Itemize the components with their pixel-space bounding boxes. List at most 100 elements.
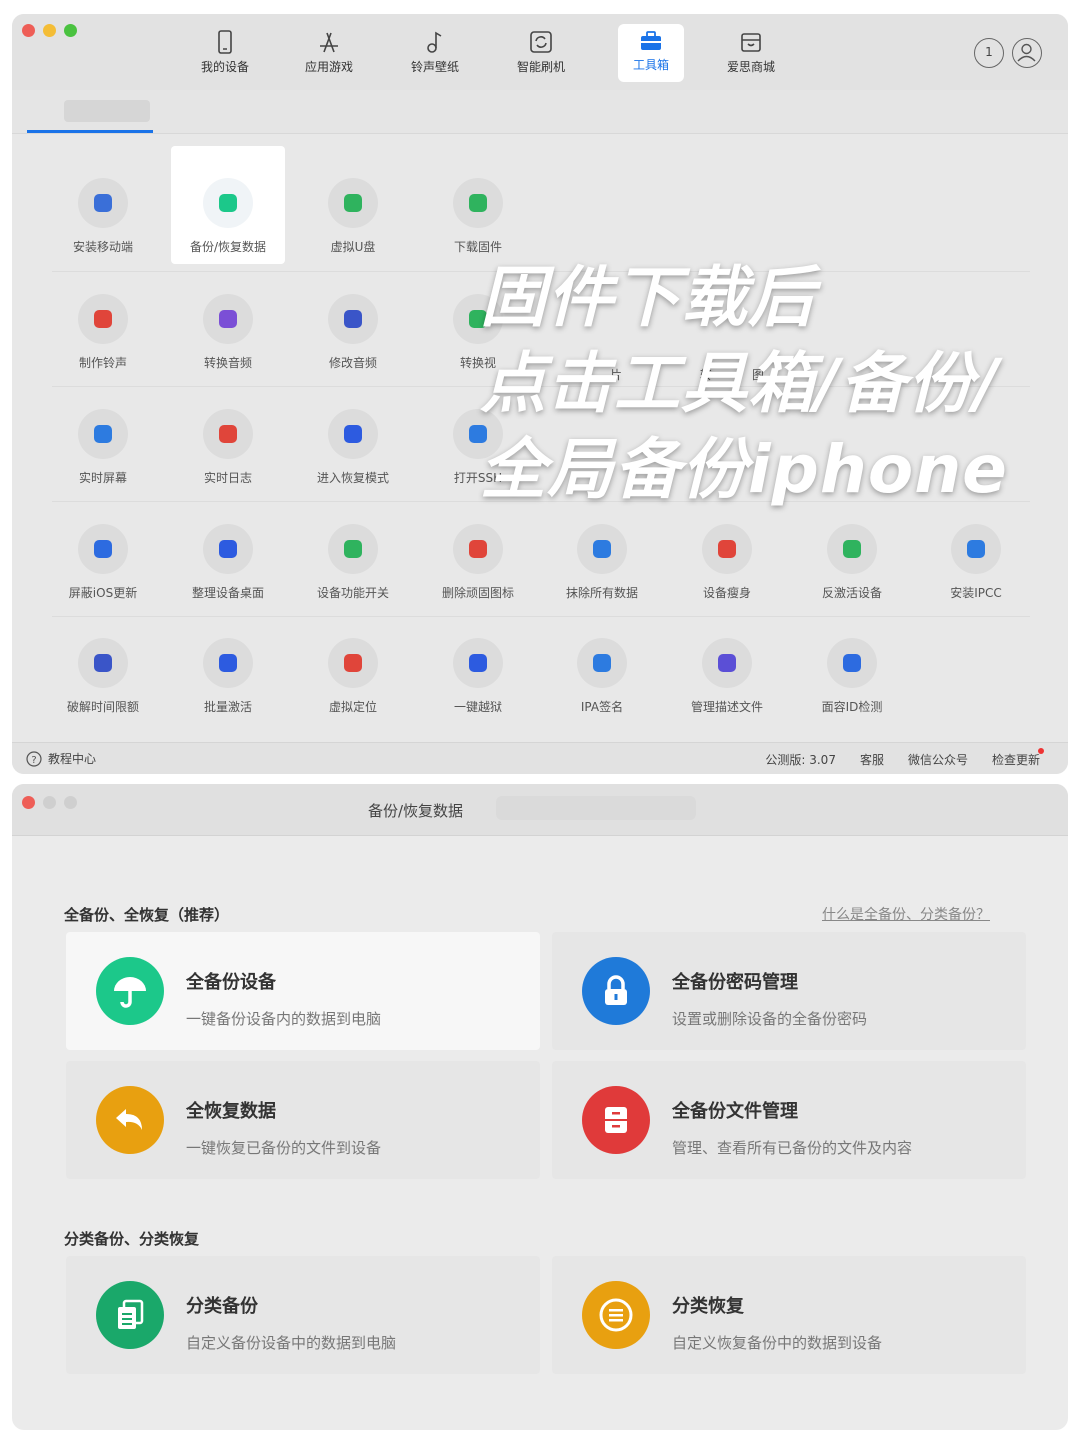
tool-label: 进入恢复模式 [316, 471, 389, 485]
category-restore-card[interactable]: 分类恢复 自定义恢复备份中的数据到设备 [552, 1256, 1026, 1374]
nav-label: 智能刷机 [516, 60, 565, 74]
card-description: 设置或删除设备的全备份密码 [672, 1010, 868, 1028]
toggle-icon [328, 524, 378, 574]
nav-ringtones-wallpapers[interactable]: 铃声壁纸 [402, 24, 468, 82]
grid-apps-icon [203, 524, 253, 574]
nav-apps-games[interactable]: 应用游戏 [296, 24, 362, 82]
tool-label: 虚拟U盘 [330, 240, 376, 254]
card-description: 自定义恢复备份中的数据到设备 [672, 1334, 883, 1352]
tool-face-id[interactable]: 面容ID检测 [795, 606, 909, 724]
music-note-icon [427, 31, 442, 53]
ringtone-icon [78, 294, 128, 344]
umbrella-icon [203, 178, 253, 228]
active-tab-indicator [27, 130, 153, 133]
update-indicator [1038, 748, 1044, 754]
list-restore-icon [582, 1281, 650, 1349]
tutorial-center-link[interactable]: ? 教程中心 [26, 750, 96, 767]
usb-icon [328, 178, 378, 228]
nav-label: 工具箱 [632, 58, 669, 72]
device-name-blurred [496, 796, 696, 820]
minimize-window-button[interactable] [43, 24, 56, 37]
close-window-button[interactable] [22, 796, 35, 809]
wechat-link[interactable]: 微信公众号 [908, 751, 968, 768]
card-title: 分类备份 [186, 1296, 258, 1317]
tool-ringtone[interactable]: 制作铃声 [46, 262, 160, 380]
window-title: 备份/恢复数据 [368, 802, 464, 820]
overlay-caption-line2: 点击工具箱/备份/ [480, 345, 1000, 422]
refresh-icon [530, 31, 552, 53]
minimize-window-button[interactable] [43, 796, 56, 809]
location-pin-icon [328, 638, 378, 688]
svg-text:?: ? [31, 755, 36, 766]
erase-icon [577, 524, 627, 574]
tool-grid-apps[interactable]: 整理设备桌面 [171, 492, 285, 610]
user-avatar[interactable] [1012, 38, 1042, 68]
nav-smart-flash[interactable]: 智能刷机 [508, 24, 574, 82]
nav-toolbox[interactable]: 工具箱 [618, 24, 684, 82]
tool-recovery-shield[interactable]: 进入恢复模式 [296, 377, 410, 495]
tool-edit-audio[interactable]: 修改音频 [296, 262, 410, 380]
maximize-window-button[interactable] [64, 24, 77, 37]
full-backup-device-card[interactable]: 全备份设备 一键备份设备内的数据到电脑 [66, 932, 540, 1050]
tool-label: 批量激活 [203, 700, 252, 714]
tool-label: 破解时间限额 [66, 700, 139, 714]
tool-hourglass[interactable]: 破解时间限额 [46, 606, 160, 724]
tool-label: 屏蔽iOS更新 [68, 586, 138, 600]
ipcc-icon [951, 524, 1001, 574]
maximize-window-button[interactable] [64, 796, 77, 809]
tool-label: 面容ID检测 [821, 700, 883, 714]
tool-batch-activate[interactable]: 批量激活 [171, 606, 285, 724]
store-icon [741, 33, 761, 52]
nav-store[interactable]: 爱思商城 [718, 24, 784, 82]
tool-log[interactable]: 实时日志 [171, 377, 285, 495]
gear-icon [78, 524, 128, 574]
backup-restore-window: 备份/恢复数据 全备份、全恢复（推荐） 什么是全备份、分类备份？ 全备份设备 一… [12, 784, 1068, 1430]
category-backup-card[interactable]: 分类备份 自定义备份设备中的数据到电脑 [66, 1256, 540, 1374]
recovery-shield-icon [328, 409, 378, 459]
trash-icon [453, 524, 503, 574]
tool-usb[interactable]: 虚拟U盘 [296, 146, 410, 264]
device-tab[interactable] [64, 100, 150, 122]
backup-file-management-card[interactable]: 全备份文件管理 管理、查看所有已备份的文件及内容 [552, 1061, 1026, 1179]
window-titlebar: 备份/恢复数据 [12, 784, 1068, 836]
close-window-button[interactable] [22, 24, 35, 37]
tool-label: 一键越狱 [453, 700, 502, 714]
tutorial-center-label: 教程中心 [48, 752, 97, 766]
tool-profile-folder[interactable]: 管理描述文件 [670, 606, 784, 724]
tool-label: 安装IPCC [950, 586, 1002, 600]
nav-label: 铃声壁纸 [410, 60, 459, 74]
install-mobile-icon [78, 178, 128, 228]
tool-location-pin[interactable]: 虚拟定位 [296, 606, 410, 724]
tool-label: 实时日志 [203, 471, 252, 485]
card-description: 一键备份设备内的数据到电脑 [186, 1010, 382, 1028]
tool-umbrella[interactable]: 备份/恢复数据 [171, 146, 285, 264]
card-title: 全备份文件管理 [672, 1101, 798, 1122]
profile-folder-icon [702, 638, 752, 688]
lock-icon [582, 957, 650, 1025]
screen-mirror-icon [78, 409, 128, 459]
tool-install-mobile[interactable]: 安装移动端 [46, 146, 160, 264]
audio-wave-icon [203, 294, 253, 344]
notification-badge[interactable]: 1 [974, 38, 1004, 68]
documents-icon [96, 1281, 164, 1349]
tool-ipa[interactable]: IPA签名 [545, 606, 659, 724]
tool-jailbreak[interactable]: 一键越狱 [421, 606, 535, 724]
check-update-link[interactable]: 检查更新 [992, 751, 1040, 768]
backup-password-card[interactable]: 全备份密码管理 设置或删除设备的全备份密码 [552, 932, 1026, 1050]
tool-audio-wave[interactable]: 转换音频 [171, 262, 285, 380]
nav-my-device[interactable]: 我的设备 [192, 24, 258, 82]
tool-label: 反激活设备 [821, 586, 882, 600]
customer-service-link[interactable]: 客服 [860, 751, 884, 768]
edit-audio-icon [328, 294, 378, 344]
card-description: 管理、查看所有已备份的文件及内容 [672, 1139, 913, 1157]
full-restore-card[interactable]: 全恢复数据 一键恢复已备份的文件到设备 [66, 1061, 540, 1179]
tool-label: 实时屏幕 [78, 471, 127, 485]
tool-label: 设备功能开关 [316, 586, 389, 600]
tool-toggle[interactable]: 设备功能开关 [296, 492, 410, 610]
tool-label: 转换音频 [203, 356, 252, 370]
tool-gear[interactable]: 屏蔽iOS更新 [46, 492, 160, 610]
tool-label: 管理描述文件 [690, 700, 763, 714]
help-icon: ? [26, 750, 42, 767]
tool-screen-mirror[interactable]: 实时屏幕 [46, 377, 160, 495]
backup-help-link[interactable]: 什么是全备份、分类备份？ [822, 904, 990, 924]
